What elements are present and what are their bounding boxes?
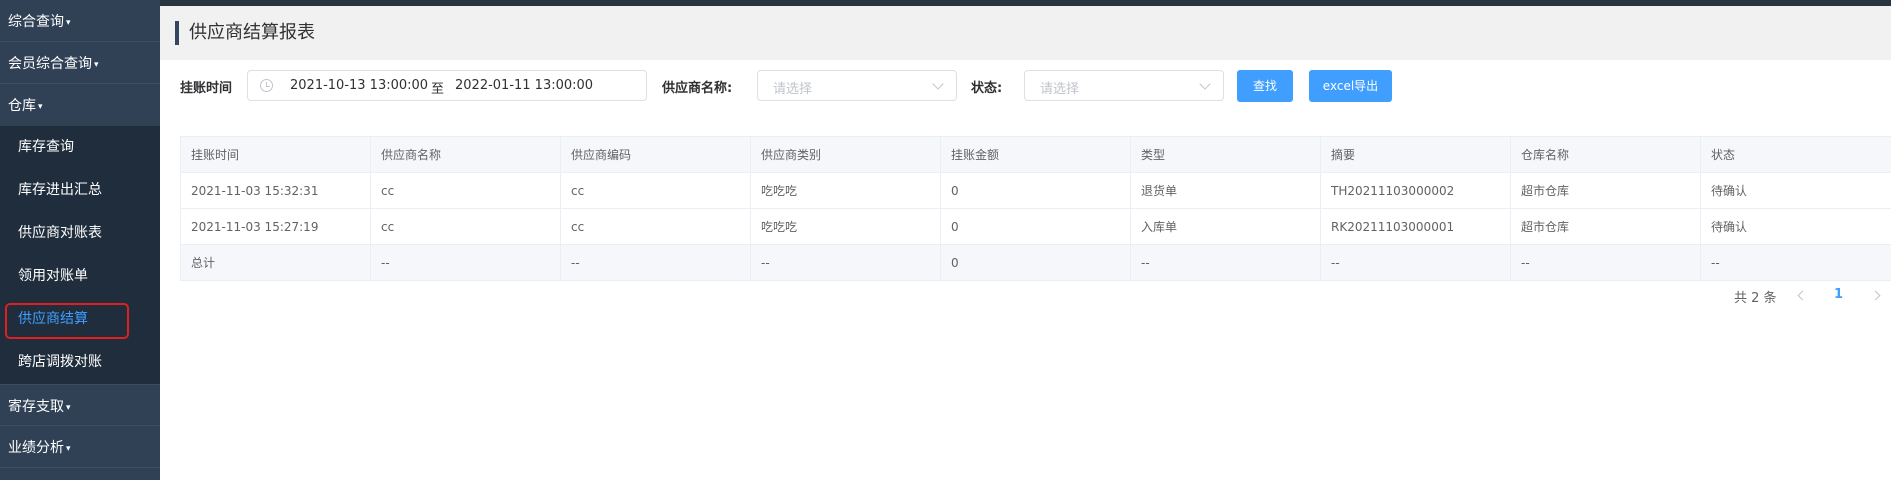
excel-export-button[interactable]: excel导出 [1309,70,1392,102]
chevron-down-icon [932,78,944,90]
menu-group-label: 业绩分析 [8,440,64,456]
table-cell: 待确认 [1700,208,1891,245]
table-cell: 入库单 [1130,208,1321,245]
table-cell: 2021-11-03 15:32:31 [180,172,371,209]
table-cell: TH20211103000002 [1320,172,1511,209]
summary-cell: -- [1320,244,1511,281]
status-select-placeholder: 请选择 [1040,82,1080,97]
clock-icon [260,79,273,92]
chevron-down-icon: ▾ [38,102,43,112]
supplier-select-placeholder: 请选择 [773,82,813,97]
menu-group-deposit-withdraw[interactable]: 寄存支取 ▾ [0,384,160,426]
summary-cell: 0 [940,244,1131,281]
prev-page-icon[interactable] [1797,290,1808,301]
menu-group-warehouse[interactable]: 仓库 ▾ [0,84,160,126]
table-summary-row: 总计 -- -- -- 0 -- -- -- -- [180,244,1891,281]
sidebar-item-supplier-reconciliation[interactable]: 供应商对账表 [0,212,160,255]
date-range-picker[interactable]: 2021-10-13 13:00:00 至 2022-01-11 13:00:0… [247,70,647,101]
chevron-down-icon: ▾ [66,444,71,454]
menu-group-performance[interactable]: 业绩分析 ▾ [0,426,160,468]
table-cell: 吃吃吃 [750,172,941,209]
menu-group-label: 仓库 [8,98,36,114]
column-header: 状态 [1700,136,1891,173]
warehouse-submenu: 库存查询 库存进出汇总 供应商对账表 领用对账单 供应商结算 跨店调拨对账 [0,126,160,384]
menu-group-general-query[interactable]: 综合查询 ▾ [0,0,160,42]
next-page-icon[interactable] [1870,290,1881,301]
table-header-row: 挂账时间 供应商名称 供应商编码 供应商类别 挂账金额 类型 摘要 仓库名称 状… [180,136,1891,173]
supplier-select[interactable]: 请选择 [757,70,957,101]
chevron-down-icon: ▾ [94,60,99,70]
summary-cell: -- [1700,244,1891,281]
sidebar-item-requisition-statement[interactable]: 领用对账单 [0,255,160,298]
status-select[interactable]: 请选择 [1024,70,1224,101]
column-header: 摘要 [1320,136,1511,173]
sidebar: 综合查询 ▾ 会员综合查询 ▾ 仓库 ▾ 库存查询 库存进出汇总 供应商对账表 领用对… [0,0,160,480]
status-filter-label: 状态: [971,81,1003,96]
table-cell: 超市仓库 [1510,172,1701,209]
column-header: 供应商名称 [370,136,561,173]
table-cell: cc [370,172,561,209]
table-cell: cc [370,208,561,245]
date-filter-label: 挂账时间 [180,81,233,96]
summary-cell: -- [370,244,561,281]
chevron-down-icon: ▾ [66,18,71,28]
table-cell: cc [560,208,751,245]
chevron-down-icon [1199,78,1211,90]
sidebar-item-cross-store-transfer[interactable]: 跨店调拨对账 [0,341,160,384]
title-accent-bar [175,21,179,45]
table-cell: 0 [940,208,1131,245]
sidebar-item-stock-inout-summary[interactable]: 库存进出汇总 [0,169,160,212]
summary-cell: 总计 [180,244,371,281]
table-cell: 超市仓库 [1510,208,1701,245]
menu-group-label: 会员综合查询 [8,56,92,72]
table-cell: 退货单 [1130,172,1321,209]
settlement-table: 挂账时间 供应商名称 供应商编码 供应商类别 挂账金额 类型 摘要 仓库名称 状… [180,136,1891,281]
table-cell: 0 [940,172,1131,209]
summary-cell: -- [560,244,751,281]
table-cell: 待确认 [1700,172,1891,209]
column-header: 类型 [1130,136,1321,173]
column-header: 供应商类别 [750,136,941,173]
table-row[interactable]: 2021-11-03 15:32:31 cc cc 吃吃吃 0 退货单 TH20… [180,172,1891,209]
column-header: 挂账金额 [940,136,1131,173]
summary-cell: -- [750,244,941,281]
pagination-current-page[interactable]: 1 [1834,287,1843,302]
chevron-down-icon: ▾ [66,403,71,413]
column-header: 供应商编码 [560,136,751,173]
date-end-value[interactable]: 2022-01-11 13:00:00 [455,78,593,93]
sidebar-item-supplier-settlement[interactable]: 供应商结算 [0,298,160,341]
page-title: 供应商结算报表 [189,22,315,43]
date-range-separator: 至 [431,82,445,97]
menu-group-label: 综合查询 [8,14,64,30]
column-header: 挂账时间 [180,136,371,173]
table-cell: 2021-11-03 15:27:19 [180,208,371,245]
active-highlight-box [5,303,129,339]
table-row[interactable]: 2021-11-03 15:27:19 cc cc 吃吃吃 0 入库单 RK20… [180,208,1891,245]
sidebar-item-stock-query[interactable]: 库存查询 [0,126,160,169]
summary-cell: -- [1130,244,1321,281]
page-header: 供应商结算报表 [160,6,1891,60]
table-cell: RK20211103000001 [1320,208,1511,245]
menu-group-label: 寄存支取 [8,399,64,415]
column-header: 仓库名称 [1510,136,1701,173]
table-cell: 吃吃吃 [750,208,941,245]
summary-cell: -- [1510,244,1701,281]
date-start-value[interactable]: 2021-10-13 13:00:00 [290,78,428,93]
menu-group-member-query[interactable]: 会员综合查询 ▾ [0,42,160,84]
supplier-filter-label: 供应商名称: [662,81,733,96]
search-button[interactable]: 查找 [1237,70,1293,102]
table-cell: cc [560,172,751,209]
pagination-total: 共 2 条 [1734,291,1777,306]
